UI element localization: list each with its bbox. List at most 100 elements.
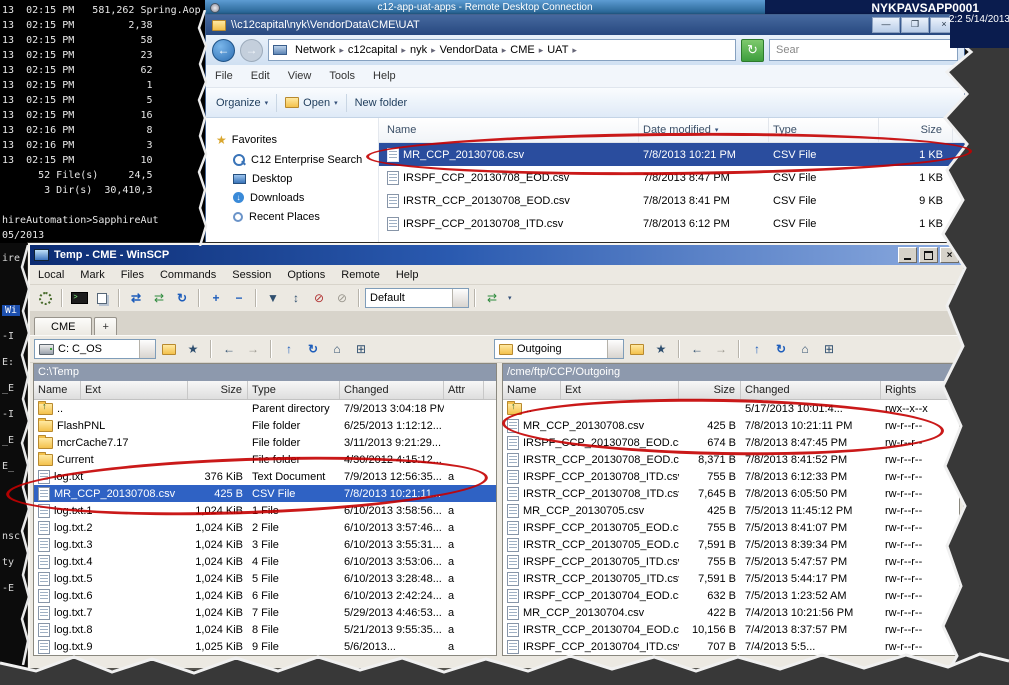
back-icon[interactable]: ← bbox=[686, 339, 708, 359]
column-header-ext[interactable]: Ext bbox=[81, 381, 188, 399]
file-row[interactable]: IRSTR_CCP_20130704_EOD.csv10,156 B7/4/20… bbox=[503, 621, 959, 638]
organize-button[interactable]: Organize bbox=[216, 97, 261, 109]
tree-icon[interactable]: ⊞ bbox=[350, 339, 372, 359]
sidebar-item-recent-places[interactable]: Recent Places bbox=[206, 207, 378, 226]
column-header-rights[interactable]: Rights bbox=[881, 381, 951, 399]
refresh-icon[interactable]: ↻ bbox=[770, 339, 792, 359]
menu-item[interactable]: Files bbox=[113, 269, 152, 281]
refresh-icon[interactable]: ↻ bbox=[171, 288, 193, 308]
forward-icon[interactable]: → bbox=[242, 339, 264, 359]
transfer-options-icon[interactable]: ⇄ bbox=[481, 288, 503, 308]
preferences-icon[interactable] bbox=[34, 288, 56, 308]
tab-cme[interactable]: CME bbox=[34, 317, 92, 335]
file-row[interactable]: MR_CCP_20130705.csv425 B7/5/2013 11:45:1… bbox=[503, 502, 959, 519]
open-button[interactable]: Open bbox=[303, 97, 330, 109]
refresh-icon[interactable]: ↻ bbox=[302, 339, 324, 359]
close-button[interactable]: × bbox=[940, 247, 959, 263]
breadcrumb-item[interactable]: Network bbox=[291, 44, 339, 56]
rdp-connection-bar[interactable]: c12-app-uat-apps - Remote Desktop Connec… bbox=[205, 0, 765, 14]
file-row[interactable]: log.txt.91,025 KiB9 File5/6/2013...a bbox=[34, 638, 496, 655]
menu-item[interactable]: Session bbox=[224, 269, 279, 281]
new-tab-button[interactable]: + bbox=[94, 317, 116, 335]
file-row[interactable]: log.txt.61,024 KiB6 File6/10/2013 2:42:2… bbox=[34, 587, 496, 604]
local-drive-select[interactable]: C: C_OS bbox=[34, 339, 156, 359]
file-row[interactable]: IRSTR_CCP_20130708_ITD.csv7,645 B7/8/201… bbox=[503, 485, 959, 502]
menu-item[interactable]: File bbox=[206, 70, 242, 82]
column-header-name[interactable]: Name bbox=[503, 381, 561, 399]
menu-item[interactable]: Options bbox=[279, 269, 333, 281]
column-header-type[interactable]: Type bbox=[248, 381, 340, 399]
console-icon[interactable]: > bbox=[68, 288, 90, 308]
copy-icon[interactable] bbox=[91, 288, 113, 308]
menu-item[interactable]: Help bbox=[364, 70, 405, 82]
breadcrumb-item[interactable]: CME bbox=[506, 44, 538, 56]
chevron-down-icon[interactable] bbox=[452, 289, 468, 307]
remote-directory-select[interactable]: Outgoing bbox=[494, 339, 624, 359]
breadcrumb-item[interactable]: c12capital bbox=[344, 44, 402, 56]
column-header-size[interactable]: Size bbox=[188, 381, 248, 399]
restore-button[interactable] bbox=[919, 247, 938, 263]
menu-item[interactable]: Mark bbox=[72, 269, 112, 281]
sidebar-item-downloads[interactable]: ↓ Downloads bbox=[206, 188, 378, 207]
maximize-button[interactable]: ❒ bbox=[901, 17, 929, 33]
parent-directory-icon[interactable]: ↑ bbox=[278, 339, 300, 359]
file-row[interactable]: FlashPNLFile folder6/25/2013 1:12:12... bbox=[34, 417, 496, 434]
file-row[interactable]: IRSPF_CCP_20130705_ITD.csv755 B7/5/2013 … bbox=[503, 553, 959, 570]
menu-item[interactable]: Local bbox=[30, 269, 72, 281]
file-row[interactable]: mcrCache7.17File folder3/11/2013 9:21:29… bbox=[34, 434, 496, 451]
synchronize-icon[interactable]: ⇄ bbox=[125, 288, 147, 308]
file-row[interactable]: IRSPF_CCP_20130708_ITD.csv755 B7/8/2013 … bbox=[503, 468, 959, 485]
file-row[interactable]: IRSTR_CCP_20130705_ITD.csv7,591 B7/5/201… bbox=[503, 570, 959, 587]
local-path-bar[interactable]: C:\Temp bbox=[34, 364, 496, 381]
menu-item[interactable]: Help bbox=[388, 269, 427, 281]
abort-all-icon[interactable]: ⊘ bbox=[331, 288, 353, 308]
menu-item[interactable]: Remote bbox=[333, 269, 388, 281]
winscp-title-bar[interactable]: Temp - CME - WinSCP × bbox=[30, 245, 963, 265]
add-icon[interactable]: + bbox=[205, 288, 227, 308]
explorer-title-bar[interactable]: \\c12capital\nyk\VendorData\CME\UAT — ❒ … bbox=[206, 15, 964, 35]
breadcrumb[interactable]: Network▸c12capital▸nyk▸VendorData▸CME▸UA… bbox=[268, 39, 736, 61]
new-folder-button[interactable]: New folder bbox=[355, 97, 408, 109]
chevron-down-icon[interactable]: ▾ bbox=[508, 294, 512, 302]
menu-item[interactable]: Tools bbox=[320, 70, 364, 82]
favorites-header[interactable]: ★ Favorites bbox=[206, 130, 378, 150]
back-icon[interactable]: ← bbox=[218, 339, 240, 359]
menu-item[interactable]: Edit bbox=[242, 70, 279, 82]
menu-item[interactable]: View bbox=[279, 70, 321, 82]
remote-path-bar[interactable]: /cme/ftp/CCP/Outgoing bbox=[503, 364, 959, 381]
sidebar-item-desktop[interactable]: Desktop bbox=[206, 169, 378, 188]
breadcrumb-item[interactable]: UAT bbox=[543, 44, 572, 56]
sidebar-item-enterprise-search[interactable]: C12 Enterprise Search bbox=[206, 150, 378, 169]
file-row[interactable]: MR_CCP_20130704.csv422 B7/4/2013 10:21:5… bbox=[503, 604, 959, 621]
column-header-changed[interactable]: Changed bbox=[741, 381, 881, 399]
remove-icon[interactable]: − bbox=[228, 288, 250, 308]
transfer-settings-select[interactable]: Default bbox=[365, 288, 469, 308]
bookmark-icon[interactable]: ★ bbox=[650, 339, 672, 359]
column-header-attr[interactable]: Attr bbox=[444, 381, 484, 399]
sort-icon[interactable]: ▼ bbox=[262, 288, 284, 308]
column-header-size[interactable]: Size bbox=[679, 381, 741, 399]
home-icon[interactable]: ⌂ bbox=[326, 339, 348, 359]
refresh-button[interactable]: ↻ bbox=[741, 39, 764, 62]
file-row[interactable]: IRSTR_CCP_20130708_EOD.csv7/8/2013 8:41 … bbox=[379, 189, 964, 212]
file-row[interactable]: log.txt.71,024 KiB7 File5/29/2013 4:46:5… bbox=[34, 604, 496, 621]
abort-icon[interactable]: ⊘ bbox=[308, 288, 330, 308]
column-header-name[interactable]: Name bbox=[34, 381, 81, 399]
breadcrumb-item[interactable]: VendorData bbox=[436, 44, 502, 56]
tree-icon[interactable]: ⊞ bbox=[818, 339, 840, 359]
pin-icon[interactable] bbox=[210, 3, 220, 13]
chevron-down-icon[interactable] bbox=[607, 340, 623, 358]
file-row[interactable]: IRSPF_CCP_20130704_EOD.csv632 B7/5/2013 … bbox=[503, 587, 959, 604]
home-icon[interactable]: ⌂ bbox=[794, 339, 816, 359]
file-row[interactable]: log.txt.21,024 KiB2 File6/10/2013 3:57:4… bbox=[34, 519, 496, 536]
breadcrumb-item[interactable]: nyk bbox=[406, 44, 431, 56]
forward-icon[interactable]: → bbox=[710, 339, 732, 359]
file-row[interactable]: IRSPF_CCP_20130704_ITD.csv707 B7/4/2013 … bbox=[503, 638, 959, 655]
minimize-button[interactable] bbox=[898, 247, 917, 263]
bookmark-icon[interactable]: ★ bbox=[182, 339, 204, 359]
column-header-changed[interactable]: Changed bbox=[340, 381, 444, 399]
column-header-ext[interactable]: Ext bbox=[561, 381, 679, 399]
file-row[interactable]: IRSPF_CCP_20130708_ITD.csv7/8/2013 6:12 … bbox=[379, 212, 964, 235]
updown-icon[interactable]: ↕ bbox=[285, 288, 307, 308]
chevron-down-icon[interactable] bbox=[139, 340, 155, 358]
